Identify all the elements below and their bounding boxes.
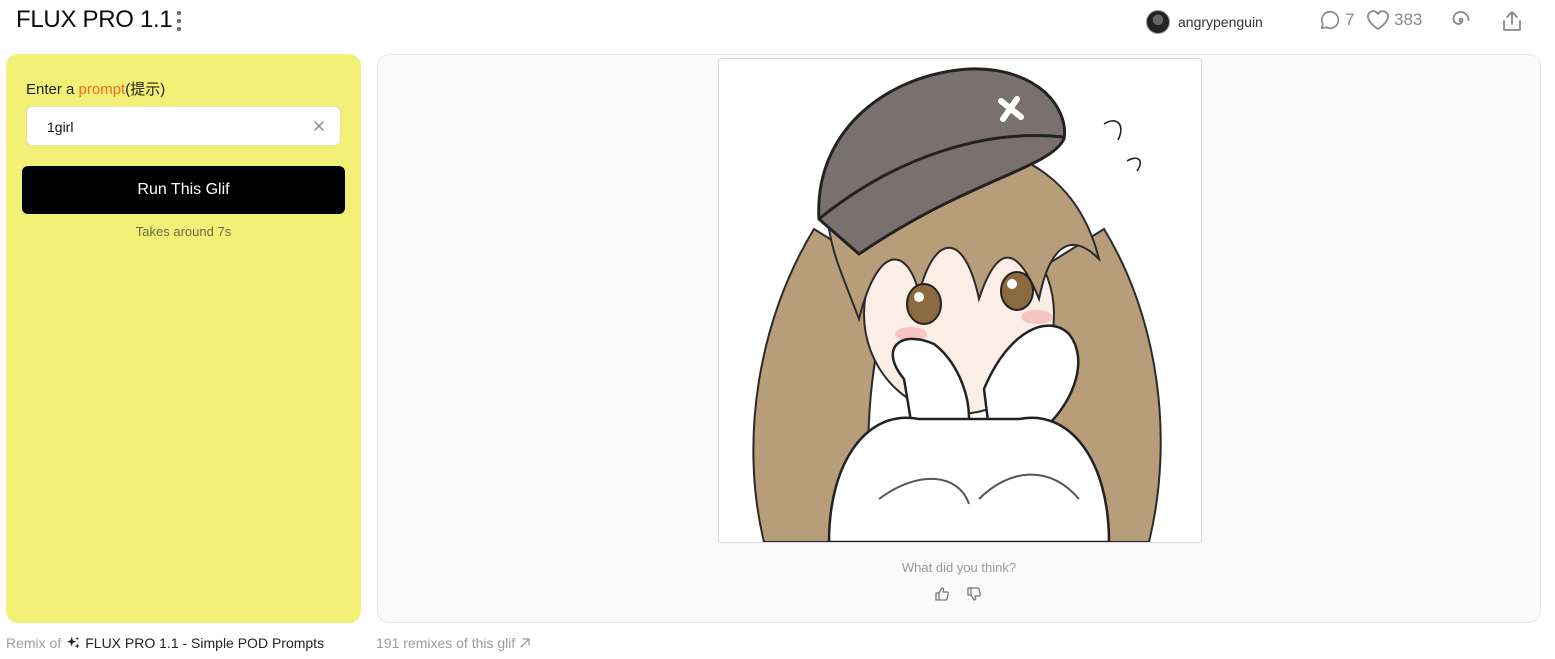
prompt-input-wrapper: [26, 106, 341, 147]
prompt-label-prefix: Enter a: [26, 81, 79, 98]
author-profile[interactable]: angrypenguin: [1146, 10, 1263, 34]
remix-count: 191 remixes of this glif: [376, 635, 516, 651]
comments-count: 7: [1345, 10, 1355, 29]
share-button[interactable]: [1500, 9, 1524, 38]
anime-girl-illustration: [719, 59, 1201, 542]
more-options-icon[interactable]: [173, 10, 185, 32]
author-username: angrypenguin: [1178, 14, 1263, 30]
clear-icon[interactable]: [312, 119, 326, 133]
run-time-estimate: Takes around 7s: [135, 224, 232, 239]
remix-count-link[interactable]: 191 remixes of this glif: [376, 635, 531, 651]
remix-info: Remix of FLUX PRO 1.1 - Simple POD Promp…: [6, 635, 324, 651]
thumbs-up-button[interactable]: [934, 586, 950, 607]
prompt-label-suffix: (提示): [125, 81, 166, 98]
spiral-icon: [1452, 11, 1470, 25]
thumbs-up-icon: [935, 587, 949, 601]
remix-source-title: FLUX PRO 1.1 - Simple POD Prompts: [85, 635, 325, 651]
comments-button[interactable]: 7: [1319, 9, 1354, 31]
glif-input-panel: Enter a prompt(提示) Run This Glif Takes a…: [6, 54, 361, 623]
page-title: FLUX PRO 1.1: [16, 6, 173, 33]
generated-image[interactable]: [718, 58, 1202, 543]
share-upload-icon: [1503, 11, 1521, 31]
result-canvas: What did you think?: [377, 54, 1541, 623]
prompt-label-keyword: prompt: [78, 81, 126, 98]
prompt-input[interactable]: [45, 107, 309, 147]
speech-bubble-icon: [1320, 10, 1340, 30]
thumbs-down-icon: [967, 587, 981, 601]
heart-icon: [1367, 10, 1389, 30]
like-button[interactable]: 383: [1366, 9, 1422, 31]
prompt-label: Enter a prompt(提示): [26, 78, 165, 99]
remix-button[interactable]: [1449, 9, 1473, 38]
remix-source-link[interactable]: FLUX PRO 1.1 - Simple POD Prompts: [66, 635, 324, 651]
arrow-up-right-icon: [520, 638, 530, 648]
thumbs-down-button[interactable]: [966, 586, 982, 607]
likes-count: 383: [1394, 10, 1423, 29]
sparkle-icon: [67, 636, 81, 649]
feedback-prompt: What did you think?: [901, 560, 1017, 575]
run-button[interactable]: Run This Glif: [22, 166, 345, 214]
feedback-buttons: [934, 586, 982, 607]
avatar: [1146, 10, 1170, 34]
remix-prefix: Remix of: [6, 635, 62, 651]
